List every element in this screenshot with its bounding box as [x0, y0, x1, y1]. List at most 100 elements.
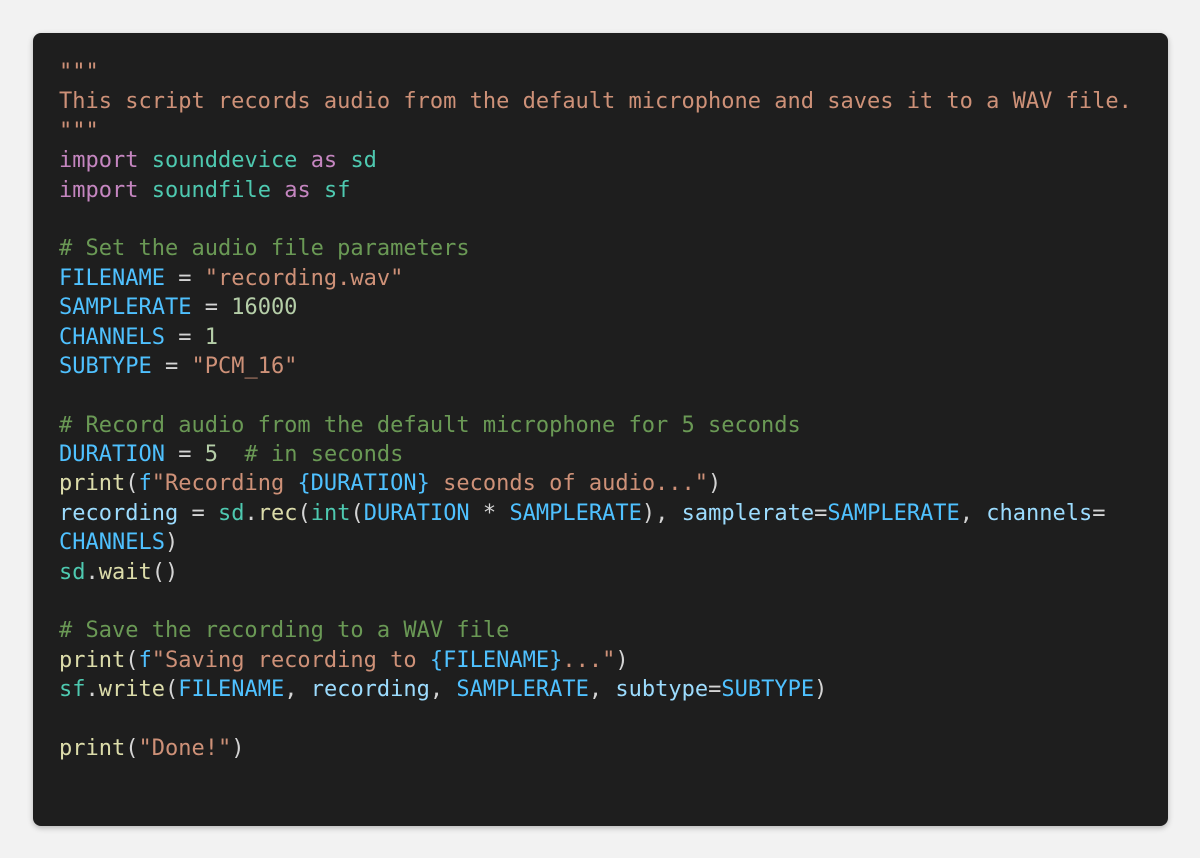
code-token: FILENAME: [178, 677, 285, 703]
code-token: (: [164, 677, 179, 703]
code-token: SUBTYPE: [59, 353, 152, 379]
code-token: =: [191, 295, 232, 321]
code-line: This script records audio from the defau…: [59, 87, 1132, 116]
code-token: This script records audio from the defau…: [59, 89, 1132, 115]
code-token: int: [310, 500, 351, 526]
code-token: ): [814, 677, 828, 703]
code-token: ,: [588, 677, 616, 703]
code-token: # Save the recording to a WAV file: [59, 618, 510, 644]
code-line: FILENAME = "recording.wav": [59, 264, 1132, 293]
code-token: soundfile: [151, 177, 271, 203]
code-token: "Recording: [151, 471, 298, 497]
code-token: sd: [59, 559, 86, 585]
code-token: 1: [204, 324, 218, 350]
code-token: print: [59, 471, 126, 497]
code-token: =: [178, 500, 218, 526]
code-line: print(f"Recording {DURATION} seconds of …: [59, 469, 1132, 498]
code-token: as: [284, 177, 311, 203]
code-token: # Record audio from the default micropho…: [59, 412, 801, 438]
code-token: 16000: [231, 295, 298, 321]
code-token: "PCM_16": [191, 353, 298, 379]
code-token: ): [164, 530, 179, 556]
code-token: *: [469, 500, 510, 526]
code-token: .: [85, 677, 99, 703]
code-token: 5: [204, 442, 218, 468]
code-line: """: [59, 58, 1132, 87]
code-block[interactable]: """ This script records audio from the de…: [59, 58, 1132, 763]
code-line: import soundfile as sf: [59, 176, 1132, 205]
code-token: =: [164, 265, 205, 291]
code-token: SAMPLERATE: [456, 677, 589, 703]
code-token: .: [244, 500, 258, 526]
code-token: (: [125, 471, 139, 497]
code-token: # in seconds: [244, 442, 404, 468]
code-token: """: [59, 60, 99, 85]
code-token: (: [125, 647, 139, 673]
code-token: ): [231, 735, 245, 761]
code-token: (): [151, 559, 179, 585]
code-editor-panel[interactable]: """ This script records audio from the de…: [33, 33, 1168, 826]
code-line: # Record audio from the default micropho…: [59, 411, 1132, 440]
code-token: print: [59, 735, 126, 761]
code-line: # Save the recording to a WAV file: [59, 616, 1132, 645]
code-token: "Saving recording to: [151, 647, 430, 673]
code-line: DURATION = 5 # in seconds: [59, 440, 1132, 469]
code-token: """: [59, 118, 99, 144]
code-token: "Done!": [138, 735, 232, 761]
code-token: =: [151, 353, 192, 379]
code-token: =: [814, 500, 828, 526]
code-token: "recording.wav": [204, 265, 404, 291]
code-token: ,: [429, 677, 457, 703]
code-line: recording = sd.rec(int(DURATION * SAMPLE…: [59, 499, 1132, 528]
code-token: import: [59, 148, 139, 174]
code-token: ),: [641, 500, 682, 526]
code-token: rec: [257, 500, 298, 526]
code-token: FILENAME: [59, 265, 165, 291]
code-token: seconds of audio...": [429, 471, 709, 497]
code-token: =: [1092, 500, 1106, 526]
code-token: samplerate: [681, 500, 815, 526]
code-token: sounddevice: [151, 148, 298, 174]
code-token: SAMPLERATE: [59, 295, 192, 321]
code-token: channels: [986, 500, 1093, 526]
code-line: print(f"Saving recording to {FILENAME}..…: [59, 646, 1132, 675]
code-token: ,: [284, 677, 311, 703]
code-token: print: [59, 647, 126, 673]
code-token: write: [98, 677, 165, 703]
code-line: SAMPLERATE = 16000: [59, 293, 1132, 322]
code-token: {FILENAME}: [429, 647, 563, 673]
code-token: recording: [59, 500, 179, 526]
code-token: =: [708, 677, 722, 703]
code-token: SAMPLERATE: [509, 500, 642, 526]
code-line: SUBTYPE = "PCM_16": [59, 352, 1132, 381]
code-token: .: [85, 559, 99, 585]
code-line: import sounddevice as sd: [59, 146, 1132, 175]
code-token: recording: [310, 677, 430, 703]
code-token: (: [297, 500, 311, 526]
code-token: ): [708, 471, 722, 497]
page: """ This script records audio from the de…: [0, 0, 1200, 858]
code-token: f: [138, 647, 152, 673]
code-token: DURATION: [59, 442, 165, 468]
code-token: CHANNELS: [59, 530, 165, 556]
code-token: SUBTYPE: [721, 677, 815, 703]
code-line: CHANNELS = 1: [59, 323, 1132, 352]
code-line: sd.wait(): [59, 558, 1132, 587]
code-token: f: [138, 471, 152, 497]
code-line: # Set the audio file parameters: [59, 234, 1132, 263]
code-line: print("Done!"): [59, 734, 1132, 763]
code-token: (: [350, 500, 364, 526]
code-line: sf.write(FILENAME, recording, SAMPLERATE…: [59, 675, 1132, 704]
code-token: # Set the audio file parameters: [59, 236, 470, 262]
code-token: =: [164, 442, 205, 468]
